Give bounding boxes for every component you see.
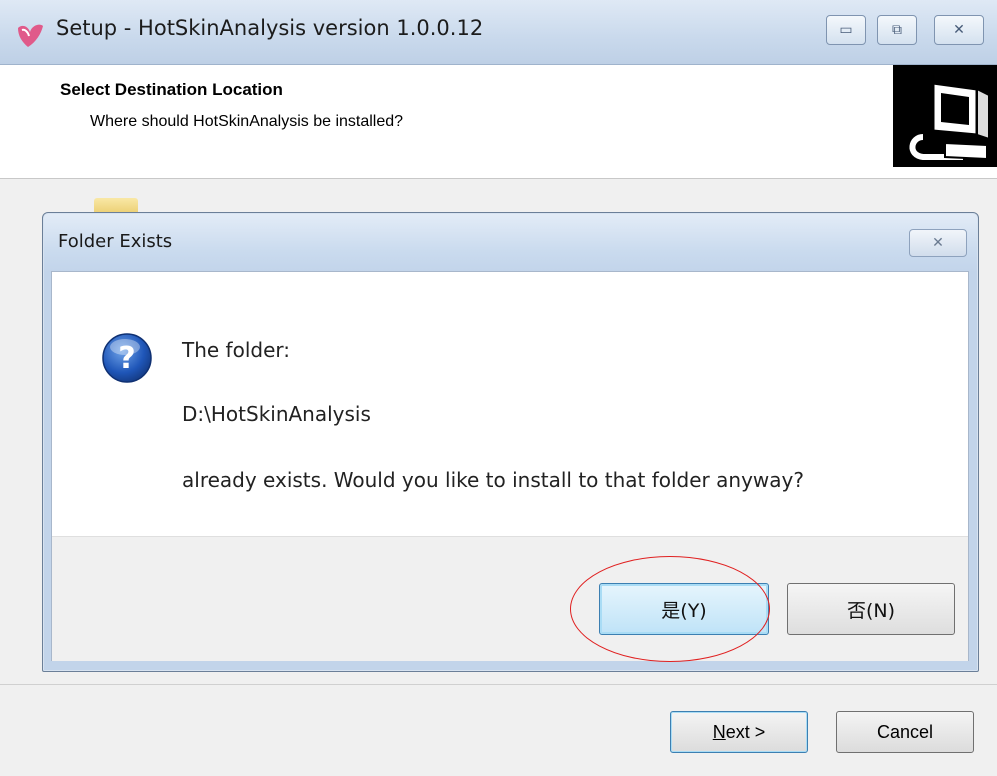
- close-button[interactable]: ✕: [934, 15, 984, 45]
- next-label: ext >: [725, 721, 766, 742]
- dialog-close-button[interactable]: ✕: [909, 229, 967, 257]
- message-folder-path: D:\HotSkinAnalysis: [182, 402, 371, 426]
- divider: [0, 684, 997, 685]
- svg-text:?: ?: [118, 341, 135, 376]
- computer-install-icon: [893, 65, 997, 167]
- folder-exists-dialog: Folder Exists ✕ ? The folder: D:\HotSkin…: [42, 212, 979, 672]
- maximize-button[interactable]: ⧉: [877, 15, 917, 45]
- close-icon: ✕: [953, 22, 965, 38]
- question-icon: ?: [102, 333, 152, 383]
- next-accelerator: N: [712, 721, 726, 742]
- dialog-title: Folder Exists: [58, 231, 173, 252]
- dialog-button-bar: 是(Y) 否(N): [52, 536, 968, 661]
- app-logo-icon: [18, 24, 43, 47]
- minimize-button[interactable]: ▭: [826, 15, 866, 45]
- window-title: Setup - HotSkinAnalysis version 1.0.0.12: [56, 16, 484, 40]
- page-title: Select Destination Location: [60, 80, 283, 99]
- message-line-1: The folder:: [182, 338, 290, 362]
- minimize-icon: ▭: [839, 22, 853, 38]
- dialog-body: ? The folder: D:\HotSkinAnalysis already…: [51, 271, 969, 661]
- message-line-3: already exists. Would you like to instal…: [182, 468, 804, 492]
- dialog-message-area: ? The folder: D:\HotSkinAnalysis already…: [52, 272, 968, 536]
- no-button[interactable]: 否(N): [787, 583, 955, 635]
- yes-button[interactable]: 是(Y): [599, 583, 769, 635]
- page-subtitle: Where should HotSkinAnalysis be installe…: [90, 113, 404, 130]
- maximize-icon: ⧉: [892, 22, 902, 38]
- wizard-header: Select Destination Location Where should…: [0, 65, 997, 179]
- cancel-button[interactable]: Cancel: [836, 711, 974, 753]
- next-button[interactable]: Next >: [670, 711, 808, 753]
- title-bar: Setup - HotSkinAnalysis version 1.0.0.12…: [0, 0, 997, 65]
- close-icon: ✕: [932, 235, 944, 251]
- wizard-image: [893, 65, 997, 167]
